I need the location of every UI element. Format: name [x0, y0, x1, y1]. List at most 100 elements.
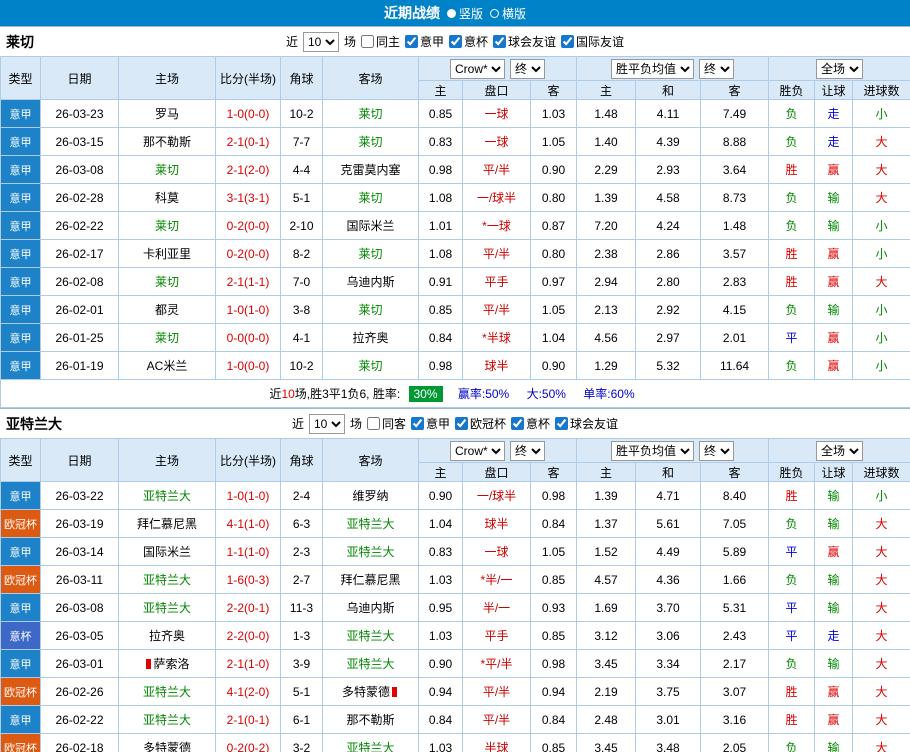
near-label: 近	[285, 35, 298, 49]
team-name-text: 亚特兰大	[142, 713, 191, 727]
club-friendly-checkbox[interactable]: 球会友谊	[493, 33, 556, 50]
home-team: 拜仁慕尼黑	[118, 509, 216, 538]
team-name-text: 亚特兰大	[142, 489, 191, 503]
ah-home-odds: 0.98	[418, 351, 463, 380]
away-team: 亚特兰大	[322, 537, 419, 566]
home-team: 亚特兰大	[118, 705, 216, 734]
ah-away-odds: 1.05	[529, 127, 578, 156]
ah-home-odds: 0.98	[418, 155, 463, 184]
sub-eu-home: 主	[576, 80, 637, 100]
europe-odds-select[interactable]: 胜平负均值	[611, 440, 695, 461]
layout-horizontal-option[interactable]: 横版	[490, 5, 526, 22]
corner-score: 4-1	[280, 323, 323, 352]
layout-vertical-option[interactable]: 竖版	[446, 5, 483, 22]
asia-state-select[interactable]: 终	[510, 440, 546, 461]
match-score: 0-2(0-0)	[215, 239, 281, 268]
eu-away-odds: 3.64	[700, 155, 770, 184]
goals-result-cell: 大	[852, 649, 910, 678]
goals-result-cell: 大	[852, 509, 910, 538]
eu-away-odds: 3.57	[700, 239, 770, 268]
match-row: 意甲 26-03-01 萨索洛 2-1(1-0) 3-9 亚特兰大 0.90 *平/半 0.98…	[0, 649, 910, 678]
away-team: 国际米兰	[322, 211, 419, 240]
home-team: 亚特兰大	[118, 481, 216, 510]
result-cell: 负	[768, 211, 816, 240]
corner-score: 3-2	[280, 733, 323, 752]
coppa-italia-checkbox[interactable]: 意杯	[449, 33, 488, 50]
col-corner: 角球	[280, 56, 323, 100]
match-date: 26-02-26	[40, 677, 119, 706]
corner-score: 2-4	[280, 481, 323, 510]
league-badge: 意甲	[0, 351, 41, 380]
ah-handicap: 一球	[462, 537, 531, 566]
ah-handicap: 一球	[462, 99, 531, 128]
home-team: 亚特兰大	[118, 565, 216, 594]
result-cell: 负	[768, 649, 816, 678]
match-count-select[interactable]: 10	[302, 31, 339, 52]
goals-result-cell: 大	[852, 155, 910, 184]
result-cell: 平	[768, 621, 816, 650]
ah-handicap: 半/一	[462, 593, 531, 622]
team-name-text: 莱切	[358, 191, 383, 205]
same-home-checkbox[interactable]: 同主	[360, 33, 400, 50]
league-badge: 欧冠杯	[0, 565, 41, 594]
match-score: 3-1(3-1)	[215, 183, 281, 212]
europe-odds-select[interactable]: 胜平负均值	[611, 58, 695, 79]
club-friendly-checkbox[interactable]: 球会友谊	[555, 415, 618, 432]
ah-away-odds: 0.85	[529, 621, 578, 650]
team-name-text: 拜仁慕尼黑	[136, 517, 197, 531]
europe-state-select[interactable]: 终	[699, 440, 735, 461]
league-badge: 意甲	[0, 99, 41, 128]
league-badge: 欧冠杯	[0, 509, 41, 538]
same-away-checkbox[interactable]: 同客	[366, 415, 406, 432]
ah-home-odds: 1.03	[418, 621, 463, 650]
team-name-text: 多特蒙德	[142, 741, 191, 752]
ah-away-odds: 0.80	[529, 183, 578, 212]
scope-select[interactable]: 全场	[816, 440, 864, 461]
corner-score: 5-1	[280, 183, 323, 212]
away-team: 那不勒斯	[322, 705, 419, 734]
sub-handicap: 盘口	[462, 462, 531, 482]
away-team: 乌迪内斯	[322, 267, 419, 296]
asia-state-select[interactable]: 终	[510, 58, 546, 79]
eu-away-odds: 2.83	[700, 267, 770, 296]
ah-away-odds: 0.80	[529, 239, 578, 268]
match-row: 意甲 26-02-01 都灵 1-0(1-0) 3-8 莱切 0.85 平/半 1.05 2.13…	[0, 295, 910, 324]
intl-friendly-checkbox[interactable]: 国际友谊	[561, 33, 624, 50]
scope-select[interactable]: 全场	[816, 58, 864, 79]
eu-draw-odds: 4.11	[635, 99, 702, 128]
filter-bar: 近 10 场 同客 意甲 欧冠杯 意杯 球会友谊	[292, 413, 618, 434]
bookmaker-select[interactable]: Crow*	[450, 58, 506, 79]
league-badge: 意甲	[0, 593, 41, 622]
serie-a-checkbox[interactable]: 意甲	[410, 415, 450, 432]
eu-away-odds: 1.48	[700, 211, 770, 240]
corner-score: 7-0	[280, 267, 323, 296]
summary-row: 近10场,胜3平1负6, 胜率: 30% 赢率:50% 大:50% 单率:60%	[0, 379, 910, 408]
match-date: 26-02-22	[40, 705, 119, 734]
league-badge: 意甲	[0, 155, 41, 184]
ah-handicap: 平/半	[462, 705, 531, 734]
handicap-result-cell: 输	[814, 565, 854, 594]
sub-goals: 进球数	[852, 80, 910, 100]
corner-score: 2-7	[280, 565, 323, 594]
match-date: 26-02-22	[40, 211, 119, 240]
result-cell: 负	[768, 351, 816, 380]
sub-eu-draw: 和	[635, 462, 702, 482]
eu-draw-odds: 2.92	[635, 295, 702, 324]
coppa-italia-checkbox[interactable]: 意杯	[511, 415, 550, 432]
europe-state-select[interactable]: 终	[699, 58, 735, 79]
ah-handicap: 半球	[462, 733, 531, 752]
team-name-text: 莱切	[154, 219, 179, 233]
eu-away-odds: 1.66	[700, 565, 770, 594]
home-team: 科莫	[118, 183, 216, 212]
match-count-select[interactable]: 10	[308, 413, 345, 434]
ucl-checkbox[interactable]: 欧冠杯	[455, 415, 506, 432]
match-score: 1-0(0-0)	[215, 351, 281, 380]
scope-header: 全场	[768, 56, 910, 81]
eu-home-odds: 2.19	[576, 677, 637, 706]
bookmaker-select[interactable]: Crow*	[450, 440, 506, 461]
sub-away: 客	[529, 462, 578, 482]
serie-a-checkbox[interactable]: 意甲	[404, 33, 444, 50]
league-badge: 意甲	[0, 323, 41, 352]
eu-away-odds: 2.43	[700, 621, 770, 650]
match-row: 意甲 26-03-22 亚特兰大 1-0(1-0) 2-4 维罗纳 0.90 一/球半 0.98…	[0, 481, 910, 510]
